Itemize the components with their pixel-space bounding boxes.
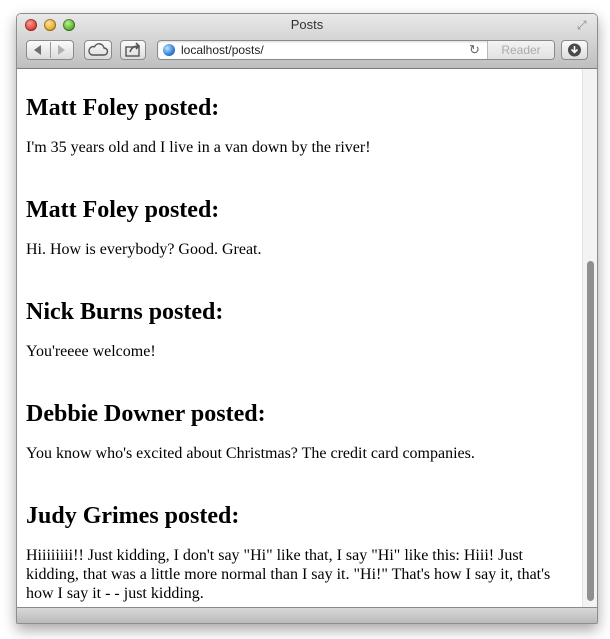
- status-bar: [17, 607, 597, 623]
- post-heading: Matt Foley posted:: [26, 95, 220, 121]
- back-forward-divider: [50, 42, 51, 58]
- post-heading: Matt Foley posted:: [26, 197, 220, 223]
- back-arrow-icon[interactable]: [34, 45, 41, 55]
- post-item: Judy Grimes posted: Hiiiiiiii!! Just kid…: [26, 502, 574, 602]
- title-bar: Posts ⤢ localhost/posts/ ↻ Reader: [17, 14, 597, 69]
- download-icon: [568, 43, 581, 57]
- reload-icon[interactable]: ↻: [469, 42, 480, 58]
- post-heading: Judy Grimes posted:: [26, 503, 240, 529]
- vertical-scrollbar[interactable]: [582, 69, 597, 607]
- post-body: I'm 35 years old and I live in a van dow…: [26, 139, 371, 156]
- url-text[interactable]: localhost/posts/: [181, 43, 264, 57]
- downloads-button[interactable]: [561, 40, 588, 60]
- window-title: Posts: [290, 17, 324, 32]
- post-heading: Nick Burns posted:: [26, 299, 224, 325]
- post-body: Hiiiiiiii!! Just kidding, I don't say "H…: [26, 547, 551, 602]
- forward-arrow-icon[interactable]: [58, 45, 65, 55]
- icloud-tabs-button[interactable]: [84, 40, 112, 60]
- share-button[interactable]: [120, 40, 146, 60]
- post-item: Matt Foley posted: Hi. How is everybody?…: [26, 196, 574, 258]
- post-body: You know who's excited about Christmas? …: [26, 445, 475, 462]
- globe-icon: [163, 44, 175, 56]
- post-item: Debbie Downer posted: You know who's exc…: [26, 400, 574, 462]
- post-item: Nick Burns posted: You'reeee welcome!: [26, 298, 574, 360]
- address-bar[interactable]: localhost/posts/ ↻ Reader: [157, 40, 555, 60]
- scrollbar-thumb[interactable]: [587, 261, 594, 601]
- reader-button[interactable]: Reader: [487, 41, 554, 59]
- fullscreen-icon[interactable]: ⤢: [577, 18, 591, 32]
- back-forward-group: [26, 40, 74, 60]
- post-item: Matt Foley posted: I'm 35 years old and …: [26, 94, 574, 156]
- browser-window: Posts ⤢ localhost/posts/ ↻ Reader Matt F…: [16, 13, 598, 624]
- page-content: Matt Foley posted: I'm 35 years old and …: [17, 69, 582, 607]
- cloud-icon: [88, 43, 109, 56]
- post-heading: Debbie Downer posted:: [26, 401, 266, 427]
- post-body: You'reeee welcome!: [26, 343, 156, 360]
- post-body: Hi. How is everybody? Good. Great.: [26, 241, 262, 258]
- share-icon: [125, 42, 141, 57]
